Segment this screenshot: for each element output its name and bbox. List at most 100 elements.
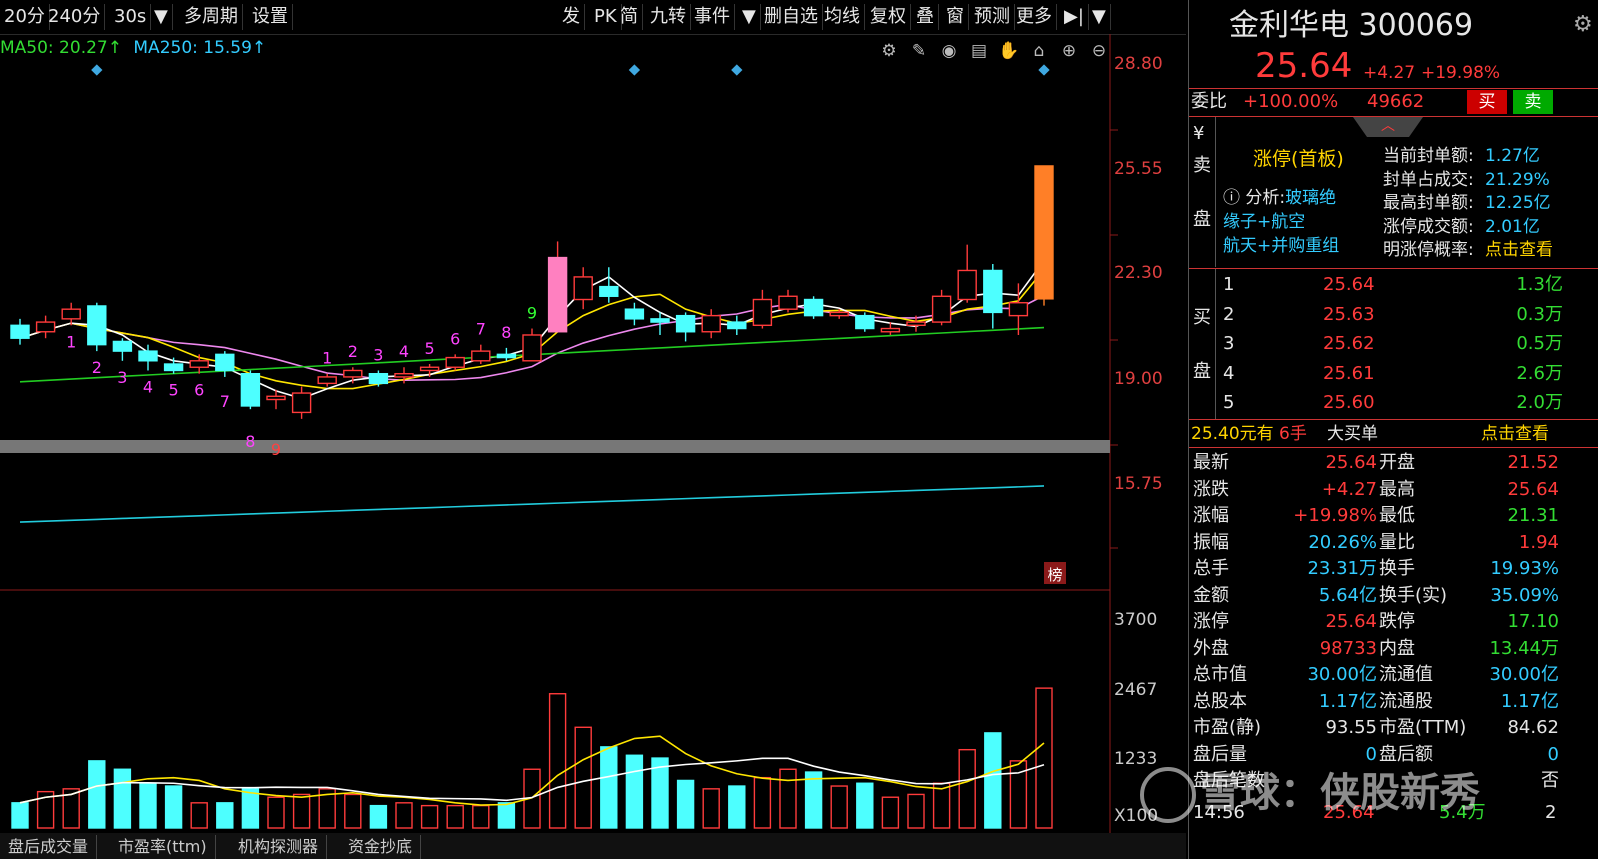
limit-stat-label: 涨停成交额:	[1383, 216, 1474, 237]
stat-value: 19.93%	[1490, 558, 1559, 579]
volume-bar	[548, 693, 567, 829]
volume-bar	[574, 726, 592, 829]
stat-label: 内盘	[1379, 637, 1415, 659]
candle-body	[675, 314, 696, 333]
candle-body	[189, 360, 209, 368]
kline-chart[interactable]: 1234 5 678 91 2 3 4 567 89榜	[0, 0, 1186, 833]
diamond-marker	[731, 64, 743, 76]
indicator-tab[interactable]: 资金抄底	[340, 835, 422, 859]
sell-button[interactable]: 卖	[1513, 90, 1553, 114]
candle-body	[650, 318, 670, 323]
td-count-high: 8	[501, 323, 511, 342]
volume-bar	[804, 771, 823, 829]
stat-value: 98733	[1319, 637, 1377, 659]
candle-body	[368, 373, 389, 385]
volume-bar	[241, 788, 260, 829]
limit-stat-value: 2.01亿	[1485, 216, 1540, 237]
quote-panel: 金利华电 300069 ⚙ 25.64 +4.27 +19.98% 委比 +10…	[1188, 0, 1598, 859]
book-level: 5	[1223, 392, 1235, 413]
volume-tick: 2467	[1114, 680, 1158, 700]
candle-body	[855, 314, 875, 330]
td-count-high: 3	[373, 345, 383, 364]
stat-value: 21.31	[1507, 505, 1559, 526]
candle-body	[317, 376, 337, 385]
volume-bar	[292, 793, 311, 829]
volume-bar	[728, 785, 746, 829]
candle-body	[957, 269, 977, 301]
indicator-tab[interactable]: 盘后成交量	[0, 835, 98, 859]
book-price: 25.63	[1323, 303, 1375, 325]
stat-value: 25.64	[1507, 478, 1559, 500]
td-count-high: 1	[322, 349, 332, 368]
diamond-marker	[91, 64, 103, 76]
stat-value: 30.00亿	[1307, 664, 1377, 685]
settings-gear-icon[interactable]: ⚙	[1573, 12, 1593, 37]
limit-stat-label: 封单占成交:	[1383, 169, 1474, 190]
stat-value: 25.64	[1325, 611, 1377, 632]
volume-bar	[11, 802, 29, 829]
candle-body	[496, 353, 517, 359]
stat-label: 最新	[1193, 452, 1229, 473]
volume-bar	[216, 802, 234, 829]
big-order-hands: 6手	[1279, 424, 1307, 444]
stock-name-code: 金利华电 300069	[1229, 8, 1474, 43]
stat-value: 30.00亿	[1489, 664, 1559, 685]
td-count-low: 9	[271, 440, 281, 459]
price-tick: 25.55	[1114, 159, 1163, 179]
candle-body	[215, 353, 235, 372]
stat-value: 21.52	[1507, 452, 1559, 473]
indicator-tab[interactable]: 市盈率(ttm)	[110, 835, 216, 859]
book-level: 3	[1223, 333, 1235, 354]
buy-button[interactable]: 买	[1467, 90, 1507, 114]
book-volume: 1.3亿	[1516, 274, 1563, 295]
volume-bar	[446, 804, 464, 829]
price-tick: 22.30	[1114, 263, 1163, 283]
collapse-toggle[interactable]: ︿	[1353, 117, 1423, 137]
volume-bar	[753, 776, 772, 829]
candle-body	[35, 321, 56, 333]
candle-body	[163, 363, 184, 372]
stat-label: 涨停	[1193, 611, 1229, 632]
analysis-label: ⓘ 分析:玻璃绝	[1223, 188, 1337, 208]
book-price: 25.62	[1323, 333, 1375, 354]
stat-value: 25.64	[1325, 452, 1377, 473]
stat-value: 20.26%	[1308, 531, 1377, 553]
indicator-tab[interactable]: 机构探测器	[230, 835, 328, 859]
stat-value: 0	[1547, 743, 1559, 765]
stat-label: 总手	[1193, 558, 1229, 579]
limit-stat-value: 1.27亿	[1485, 146, 1540, 166]
stat-label: 换手	[1379, 558, 1415, 579]
volume-bar	[472, 804, 490, 829]
webi-label: 委比	[1191, 91, 1227, 112]
big-order-link[interactable]: 点击查看	[1481, 421, 1549, 447]
td-count-low: 8	[245, 432, 255, 451]
candle-body	[394, 373, 414, 378]
price-tick: 19.00	[1114, 369, 1163, 389]
volume-bar	[420, 804, 439, 829]
gap-band	[0, 440, 1110, 453]
ma250-line	[19, 485, 1045, 523]
stat-label: 开盘	[1379, 452, 1415, 473]
limit-stat-value[interactable]: 点击查看	[1485, 237, 1553, 263]
stat-value: +19.98%	[1293, 505, 1377, 526]
candle-body	[829, 311, 849, 317]
td-count-high: 2	[348, 342, 358, 361]
td-count-low: 1	[66, 332, 76, 351]
td-count-high: 5	[425, 339, 435, 358]
analysis-line-3: 航天+并购重组	[1223, 236, 1340, 256]
volume-bar	[907, 793, 925, 829]
stat-label: 涨跌	[1193, 478, 1229, 500]
candle-body	[240, 373, 261, 407]
candle-body	[599, 285, 619, 297]
stat-value: 1.17亿	[1318, 690, 1377, 712]
stat-label: 跌停	[1379, 611, 1415, 632]
stat-label: 换手(实)	[1379, 584, 1448, 606]
limit-status: 涨停(首板)	[1253, 148, 1344, 170]
candle-body	[547, 256, 568, 333]
limit-stat-value: 12.25亿	[1485, 193, 1551, 213]
td-count-high: 7	[476, 320, 486, 339]
candle-body	[573, 276, 593, 301]
candle-body	[419, 366, 440, 372]
stat-label: 总市值	[1193, 664, 1247, 685]
stat-label: 振幅	[1193, 531, 1229, 553]
